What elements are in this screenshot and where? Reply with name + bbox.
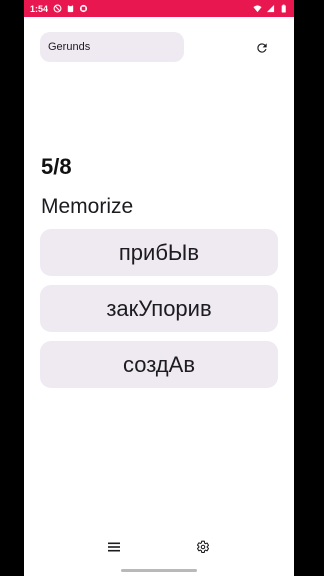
answer-option-1[interactable]: прибЫв [40, 229, 278, 276]
wifi-icon [253, 5, 262, 13]
answer-list: прибЫв закУпорив создАв [40, 229, 278, 388]
settings-button[interactable] [195, 539, 211, 555]
deck-selector[interactable]: Gerunds [40, 32, 184, 62]
gear-icon [197, 540, 209, 553]
gesture-bar[interactable] [121, 569, 197, 572]
app-notification-icon [79, 4, 88, 13]
refresh-icon [257, 43, 267, 53]
status-bar: 1:54 [24, 0, 294, 17]
answer-label: прибЫв [118, 239, 200, 265]
signal-icon [266, 4, 275, 13]
refresh-button[interactable] [252, 38, 272, 58]
app-screen: 1:54 Gerunds 5/8 Memorize прибЫв закУпор… [24, 0, 294, 576]
menu-button[interactable] [106, 539, 122, 555]
clipboard-icon [67, 4, 74, 13]
answer-label: создАв [122, 351, 196, 377]
mode-title: Memorize [41, 195, 134, 218]
answer-option-2[interactable]: закУпорив [40, 285, 278, 332]
block-icon [53, 4, 62, 13]
answer-option-3[interactable]: создАв [40, 341, 278, 388]
battery-icon [281, 4, 286, 13]
answer-label: закУпорив [106, 295, 212, 321]
deck-name: Gerunds [48, 41, 91, 53]
status-time: 1:54 [30, 3, 49, 14]
menu-icon [108, 542, 120, 552]
progress-counter: 5/8 [41, 154, 72, 179]
